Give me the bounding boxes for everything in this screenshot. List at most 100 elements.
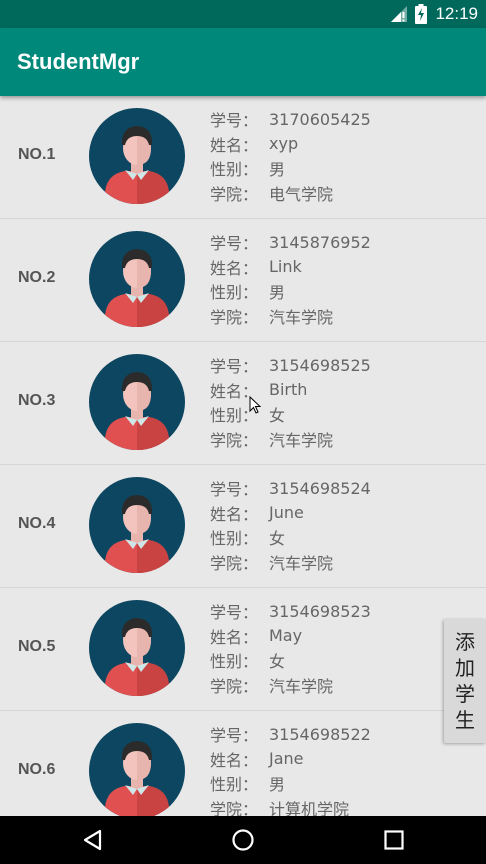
navigation-bar [0, 816, 486, 864]
status-icons: 12:19 [391, 0, 478, 28]
student-avatar-icon [89, 600, 185, 696]
student-college-value: 计算机学院 [269, 799, 350, 816]
student-gender-line: 性别： 男 [210, 771, 371, 796]
back-icon[interactable] [81, 828, 105, 852]
student-gender-label: 性别： [210, 283, 259, 303]
add-button-char: 学 [455, 682, 475, 706]
student-college-line: 学院： 汽车学院 [210, 673, 371, 698]
student-id-line: 学号： 3170605425 [210, 107, 371, 132]
student-number: NO.1 [18, 146, 56, 163]
student-name-value: Link [269, 257, 302, 277]
status-bar: 12:19 [0, 0, 486, 28]
student-college-line: 学院： 汽车学院 [210, 550, 371, 575]
student-id-line: 学号： 3154698525 [210, 353, 371, 378]
student-info: 学号： 3154698523 姓名： May 性别： 女学院： 汽车学院 [210, 599, 371, 697]
student-row[interactable]: NO.6 学号： 3154698522 姓名： Jane 性别： 男学院： 计算机学院 [0, 711, 486, 816]
student-gender-label: 性别： [210, 160, 259, 180]
student-row[interactable]: NO.5 学号： 3154698523 姓名： May 性别： 女学院： 汽车学院 [0, 588, 486, 711]
student-name-line: 姓名： May [210, 624, 371, 649]
student-gender-value: 女 [269, 406, 286, 426]
student-info: 学号： 3154698522 姓名： Jane 性别： 男学院： 计算机学院 [210, 722, 371, 816]
student-gender-line: 性别：女 [210, 648, 371, 673]
student-id-label: 学号： [210, 480, 259, 500]
student-info: 学号： 3170605425 姓名： xyp 性别： 男学院： 电气学院 [210, 107, 371, 205]
student-college-line: 学院： 汽车学院 [210, 304, 371, 329]
student-name-line: 姓名： xyp [210, 132, 371, 157]
student-row[interactable]: NO.1 学号： 3170605425 姓名： xyp 性别： 男学院： 电气学院 [0, 96, 486, 219]
app-bar: StudentMgr [0, 28, 486, 96]
student-college-value: 汽车学院 [269, 307, 334, 327]
student-gender-line: 性别： 女 [210, 525, 371, 550]
student-name-value: May [269, 626, 303, 646]
student-id-label: 学号： [210, 111, 259, 131]
student-id-value: 3145876952 [269, 232, 371, 252]
signal-icon [391, 6, 408, 22]
add-button-char: 加 [455, 656, 475, 680]
student-name-label: 姓名： [210, 750, 259, 770]
student-id-label: 学号： [210, 603, 259, 623]
student-id-value: 3154698523 [269, 601, 371, 621]
home-icon[interactable] [231, 828, 255, 852]
student-avatar-icon [89, 723, 185, 816]
student-id-line: 学号： 3145876952 [210, 230, 371, 255]
student-college-label: 学院： [210, 307, 259, 327]
student-row[interactable]: NO.2 学号： 3145876952 姓名： Link 性别： 男学院： 汽车学院 [0, 219, 486, 342]
student-avatar-icon [89, 477, 185, 573]
student-gender-value: 男 [269, 160, 286, 180]
student-college-line: 学院： 电气学院 [210, 181, 371, 206]
student-college-label: 学院： [210, 799, 259, 816]
student-name-value: June [269, 503, 304, 523]
student-gender-value: 男 [269, 775, 286, 795]
student-college-label: 学院： [210, 430, 259, 450]
student-row[interactable]: NO.3 学号： 3154698525 姓名： Birth 性别：女学院： 汽车学院 [0, 342, 486, 465]
student-number: NO.3 [18, 392, 56, 409]
add-button-char: 生 [455, 708, 475, 732]
student-name-line: 姓名： Link [210, 255, 371, 280]
student-info: 学号： 3154698524 姓名： June 性别： 女学院： 汽车学院 [210, 476, 371, 574]
student-number: NO.4 [18, 515, 56, 532]
student-id-value: 3154698524 [269, 478, 371, 498]
student-name-label: 姓名： [210, 627, 259, 647]
student-college-value: 电气学院 [269, 184, 334, 204]
student-college-line: 学院： 计算机学院 [210, 796, 371, 816]
student-id-label: 学号： [210, 234, 259, 254]
student-college-label: 学院： [210, 184, 259, 204]
student-id-value: 3170605425 [269, 109, 371, 129]
student-row[interactable]: NO.4 学号： 3154698524 姓名： June 性别： 女学院： 汽车学院 [0, 465, 486, 588]
student-gender-value: 男 [269, 283, 286, 303]
student-college-value: 汽车学院 [269, 553, 334, 573]
student-college-label: 学院： [210, 553, 259, 573]
student-name-value: xyp [269, 134, 299, 154]
student-id-label: 学号： [210, 357, 259, 377]
student-list[interactable]: NO.1 学号： 3170605425 姓名： xyp 性别：男学院： 电气学院 NO.2 学号… [0, 96, 486, 816]
student-gender-value: 女 [269, 529, 286, 549]
student-college-value: 汽车学院 [269, 676, 334, 696]
recents-icon[interactable] [382, 828, 406, 852]
add-button-char: 添 [455, 630, 475, 654]
student-avatar-icon [89, 108, 185, 204]
mouse-cursor-icon [249, 396, 262, 414]
student-name-label: 姓名： [210, 135, 259, 155]
student-name-line: 姓名： June [210, 501, 371, 526]
student-college-value: 汽车学院 [269, 430, 334, 450]
student-name-line: 姓名： Jane [210, 747, 371, 772]
student-gender-label: 性别： [210, 652, 259, 672]
student-id-line: 学号： 3154698524 [210, 476, 371, 501]
student-name-label: 姓名： [210, 258, 259, 278]
status-time: 12:19 [435, 4, 478, 23]
student-avatar-icon [89, 354, 185, 450]
student-name-line: 姓名： Birth [210, 378, 371, 403]
student-id-line: 学号： 3154698523 [210, 599, 371, 624]
battery-charging-icon [415, 4, 428, 24]
student-name-label: 姓名： [210, 504, 259, 524]
student-gender-line: 性别： 男 [210, 156, 371, 181]
student-college-label: 学院： [210, 676, 259, 696]
student-college-line: 学院： 汽车学院 [210, 427, 371, 452]
student-id-value: 3154698522 [269, 724, 371, 744]
student-avatar-icon [89, 231, 185, 327]
student-id-value: 3154698525 [269, 355, 371, 375]
student-gender-line: 性别：女 [210, 402, 371, 427]
student-number: NO.6 [18, 761, 56, 778]
add-student-button[interactable]: 添 加 学 生 [444, 619, 486, 743]
student-gender-label: 性别： [210, 529, 259, 549]
